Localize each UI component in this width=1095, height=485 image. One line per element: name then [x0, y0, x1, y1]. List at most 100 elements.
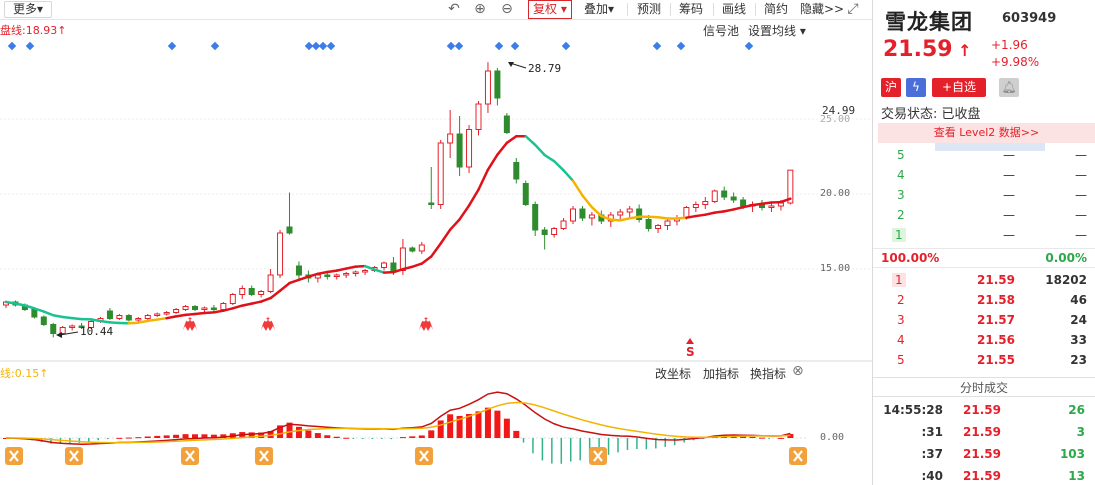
candle-body [730, 196, 737, 201]
ma-line-segment [760, 201, 773, 205]
candle-body [551, 228, 558, 235]
bell-icon[interactable]: 🔔︎ [999, 78, 1019, 97]
rocket-eye [264, 318, 268, 322]
macd-histogram-bar [607, 438, 610, 455]
low-pointer-arrowhead [56, 332, 62, 338]
moving-averages [4, 135, 792, 325]
macd-histogram-bar [182, 434, 189, 438]
candle-body [182, 306, 189, 310]
signal-pool-link[interactable]: 信号池 [703, 22, 739, 39]
ma-line-segment [335, 267, 348, 272]
macd-histogram-bar [324, 435, 331, 438]
tick-price: 21.59 [963, 403, 1001, 417]
ma-line-segment [411, 262, 424, 268]
change-coord-link[interactable]: 改坐标 [655, 365, 691, 382]
tick-time: :37 [921, 447, 944, 461]
tick-time: :40 [921, 469, 944, 483]
candle-body [220, 303, 227, 310]
candle-body [588, 214, 595, 219]
lightning-icon[interactable]: ϟ [906, 78, 926, 97]
bid-price: 21.57 [977, 313, 1015, 327]
ma-line-segment [259, 296, 272, 303]
macd-histogram-bar [447, 414, 454, 438]
candle-body [777, 202, 784, 207]
ma-line-segment [89, 318, 102, 323]
ma-line-segment [420, 255, 433, 265]
high-pointer-arrowhead [508, 62, 514, 67]
candle-body [258, 291, 265, 295]
macd-histogram-bar [97, 438, 99, 441]
close-indicator-icon[interactable]: ⊗ [792, 363, 804, 379]
ma-line-segment [524, 135, 537, 147]
tick-price: 21.59 [963, 469, 1001, 483]
ma-line-segment [297, 275, 310, 282]
ask-price: — [1003, 148, 1015, 162]
ma-line-segment [496, 141, 509, 156]
candle-body [617, 211, 624, 216]
ma-line-segment [467, 188, 480, 207]
macd-histogram-bar [636, 438, 638, 450]
macd-histogram-bar [437, 420, 444, 438]
candle-body [560, 220, 567, 229]
macd-histogram-bar [135, 437, 142, 439]
tick-volume: 26 [1068, 403, 1085, 417]
macd-histogram-bar [116, 437, 123, 439]
level2-link[interactable]: 查看 Level2 数据>> [878, 123, 1095, 143]
indicator-value-label: 线:0.15↑ [0, 367, 49, 380]
ma-line-segment [628, 215, 641, 220]
ma-line-segment [70, 316, 83, 321]
chart-decorations [56, 62, 694, 344]
price-change: +1.96 [991, 38, 1028, 52]
macd-histogram-bar [154, 435, 161, 438]
ma-line-segment [751, 202, 764, 207]
rocket-eye [426, 318, 430, 322]
sell-arrow-icon [686, 338, 694, 344]
tick-price: 21.59 [963, 425, 1001, 439]
macd-histogram-bar [125, 437, 132, 439]
ask-level: 2 [897, 208, 905, 222]
add-watchlist-button[interactable]: +自选 [932, 78, 986, 97]
ma-line-segment [241, 302, 253, 307]
candle-body [248, 288, 255, 295]
ma-line-segment [486, 153, 499, 171]
macd-histogram-bar [532, 438, 534, 454]
switch-indicator-link[interactable]: 换指标 [750, 365, 786, 382]
candle-body [125, 315, 132, 321]
macd-histogram-bar [163, 435, 170, 438]
bid-volume: 46 [1070, 293, 1087, 307]
ask-level: 5 [897, 148, 905, 162]
ma-line-segment [363, 264, 376, 271]
candle-body [692, 204, 699, 208]
set-ma-link[interactable]: 设置均线 ▾ [748, 22, 806, 39]
ma-line-segment [165, 315, 178, 320]
ask-volume: — [1075, 148, 1087, 162]
rocket-signal-icon [183, 317, 197, 331]
candle-body [409, 247, 416, 252]
ma-line-segment [533, 143, 546, 157]
bid-row: 2 21.58 46 [873, 291, 1095, 311]
signal-diamond-icon [326, 41, 336, 51]
ma-line-segment [458, 204, 471, 221]
candle-body [740, 199, 747, 207]
kline-chart-area[interactable]: 更多▾ ↶ ⊕ ⊖ 复权 ▾ 叠加▾ 预测 筹码 画线 简约 隐藏>> ⤢ 盘线… [0, 0, 872, 485]
ma-line-segment [231, 304, 244, 310]
ma-line-segment [656, 216, 669, 220]
candle-body [144, 315, 151, 319]
add-indicator-link[interactable]: 加指标 [703, 365, 739, 382]
ma-line-segment [562, 169, 575, 183]
ma-line-segment [42, 310, 55, 317]
ma-line-segment [193, 311, 206, 316]
ma-line-segment [713, 210, 726, 214]
ma-line-segment [448, 218, 461, 231]
macd-histogram-bar [522, 438, 525, 443]
ma-line-segment [619, 217, 631, 222]
price-change-pct: +9.98% [991, 55, 1040, 69]
market-badge: 沪 [881, 78, 901, 97]
macd-histogram-bar [192, 434, 198, 438]
signal-diamond-icon [7, 41, 17, 51]
bid-volume: 23 [1070, 353, 1087, 367]
ask-row: 5 — — [873, 146, 1095, 166]
candle-body [192, 306, 198, 310]
tick-time: :31 [921, 425, 944, 439]
ma-line-segment [4, 300, 17, 305]
